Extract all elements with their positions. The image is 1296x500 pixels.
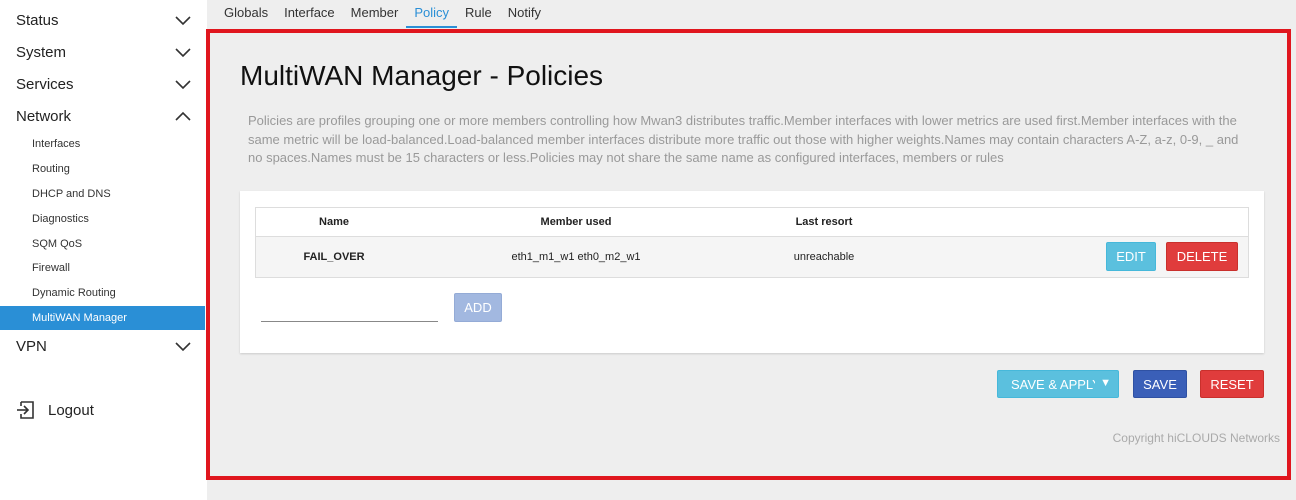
delete-button[interactable]: DELETE [1166,242,1238,271]
policies-table: Name Member used Last resort FAIL_OVER e… [255,207,1249,278]
tab-notify[interactable]: Notify [500,0,549,28]
logout-button[interactable]: Logout [16,398,94,422]
sidebar: Status System Services Network Interface… [0,0,207,500]
new-policy-name-input[interactable] [261,298,438,322]
save-button[interactable]: SAVE [1133,370,1187,398]
caret-down-icon[interactable]: ▼ [1100,377,1111,389]
sidebar-section-network[interactable]: Network [0,100,207,132]
chevron-down-icon [175,342,191,352]
policy-name: FAIL_OVER [303,251,365,263]
logout-label: Logout [48,401,94,419]
header-last-resort: Last resort [795,216,853,228]
page-description: Policies are profiles grouping one or mo… [248,113,1239,165]
save-apply-button[interactable]: SAVE & APPLY ▼ [997,370,1119,398]
table-row: FAIL_OVER eth1_m1_w1 eth0_m2_w1 unreacha… [256,237,1248,277]
save-apply-label: SAVE & APPLY [1011,376,1095,392]
policy-last-resort: unreachable [793,251,855,263]
table-header: Name Member used Last resort [256,208,1248,237]
sidebar-item-multiwan-manager[interactable]: MultiWAN Manager [0,306,205,330]
header-name: Name [319,216,349,228]
tab-member[interactable]: Member [343,0,407,28]
sidebar-item-firewall[interactable]: Firewall [0,256,205,280]
page-title: MultiWAN Manager - Policies [240,60,604,91]
reset-button[interactable]: RESET [1200,370,1264,398]
sidebar-section-label: Status [16,11,59,29]
tab-bar: Globals Interface Member Policy Rule Not… [216,0,549,28]
sidebar-item-diagnostics[interactable]: Diagnostics [0,207,205,231]
sidebar-item-dhcp-dns[interactable]: DHCP and DNS [0,182,205,206]
sidebar-section-label: Network [16,107,72,125]
chevron-down-icon [175,48,191,58]
sidebar-section-label: System [16,43,67,61]
tab-rule[interactable]: Rule [457,0,500,28]
logout-icon [17,401,34,419]
sidebar-section-vpn[interactable]: VPN [0,330,207,362]
sidebar-section-services[interactable]: Services [0,68,207,100]
sidebar-item-sqm-qos[interactable]: SQM QoS [0,232,205,256]
sidebar-item-dynamic-routing[interactable]: Dynamic Routing [0,281,205,305]
policies-card: Name Member used Last resort FAIL_OVER e… [240,191,1264,353]
sidebar-item-routing[interactable]: Routing [0,157,205,181]
add-button[interactable]: ADD [454,293,502,322]
sidebar-section-label: Services [16,75,74,93]
copyright-text: Copyright hiCLOUDS Networks [1112,431,1280,445]
policy-members: eth1_m1_w1 eth0_m2_w1 [511,251,641,263]
tab-policy[interactable]: Policy [406,0,458,28]
edit-button[interactable]: EDIT [1106,242,1156,271]
tab-interface[interactable]: Interface [276,0,343,28]
chevron-down-icon [175,16,191,26]
sidebar-section-label: VPN [16,337,47,355]
tab-globals[interactable]: Globals [216,0,276,28]
chevron-up-icon [175,111,191,121]
sidebar-section-status[interactable]: Status [0,4,207,36]
header-member-used: Member used [540,216,612,228]
chevron-down-icon [175,80,191,90]
sidebar-section-system[interactable]: System [0,36,207,68]
sidebar-item-interfaces[interactable]: Interfaces [0,132,205,156]
